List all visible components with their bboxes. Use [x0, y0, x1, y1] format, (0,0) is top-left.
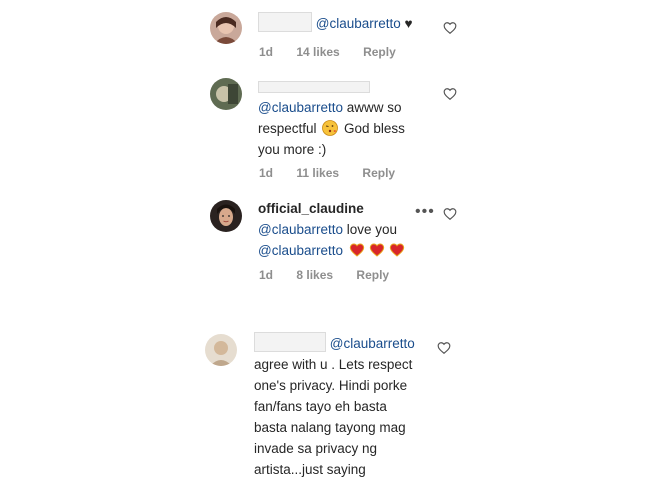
redacted-username	[258, 81, 370, 94]
comment-line: fan/fans tayo eh basta	[254, 399, 387, 414]
mention-link[interactable]: @claubarretto	[330, 336, 415, 351]
avatar[interactable]	[205, 334, 237, 366]
comment-text-part: God bless	[340, 121, 405, 136]
comment-line: one's privacy. Hindi porke	[254, 378, 408, 393]
comment-text-part: you more :)	[258, 142, 327, 157]
avatar[interactable]	[210, 12, 242, 44]
likes-count[interactable]: 14 likes	[296, 45, 339, 59]
likes-count[interactable]: 8 likes	[296, 268, 333, 282]
heart-outline-icon[interactable]	[443, 87, 457, 101]
blowing-kiss-emoji-icon	[322, 120, 339, 136]
heart-outline-icon[interactable]	[443, 21, 457, 35]
comment-time: 1d	[259, 268, 274, 282]
comment-meta: 1d 8 likes Reply	[259, 268, 409, 282]
mention-link[interactable]: @claubarretto	[258, 243, 343, 258]
mention-link[interactable]: @claubarretto	[316, 16, 401, 31]
avatar[interactable]	[210, 78, 242, 110]
comment-time: 1d	[259, 166, 274, 180]
heart-emoji-icon	[389, 243, 404, 257]
avatar[interactable]	[210, 200, 242, 232]
likes-count[interactable]: 11 likes	[296, 166, 339, 180]
comment-line: agree with u . Lets respect	[254, 357, 413, 372]
comment-text: @claubarretto ♥	[258, 12, 413, 34]
comment-time: 1d	[259, 45, 274, 59]
comment-text: @claubarretto awww so respectful God ble…	[258, 76, 405, 160]
comment-text: official_claudine @claubarretto love you…	[258, 198, 407, 261]
comment-text-part: respectful	[258, 121, 317, 136]
comment-line: invade sa privacy ng	[254, 441, 378, 456]
comment-line: artista...just saying	[254, 462, 366, 477]
heart-outline-icon[interactable]	[437, 341, 451, 355]
redacted-username	[258, 12, 312, 32]
redacted-username	[254, 332, 326, 352]
comment-meta: 1d 11 likes Reply	[259, 166, 415, 180]
heart-emoji-icon	[369, 243, 384, 257]
heart-emoji-icon	[349, 243, 364, 257]
mention-link[interactable]: @claubarretto	[258, 222, 343, 237]
comment-meta: 1d 14 likes Reply	[259, 45, 416, 59]
comment-line: basta nalang tayong mag	[254, 420, 406, 435]
comment-text-part: awww so	[343, 100, 402, 115]
more-options-icon[interactable]: •••	[415, 203, 435, 221]
comment-text: @claubarretto agree with u . Lets respec…	[254, 332, 415, 480]
heart-outline-icon[interactable]	[443, 207, 457, 221]
reply-button[interactable]: Reply	[356, 268, 389, 282]
mention-link[interactable]: @claubarretto	[258, 100, 343, 115]
reply-button[interactable]: Reply	[362, 166, 395, 180]
comment-text-part: love you	[343, 222, 398, 237]
comment-suffix: ♥	[400, 16, 413, 31]
reply-button[interactable]: Reply	[363, 45, 396, 59]
comment-username[interactable]: official_claudine	[258, 201, 364, 216]
